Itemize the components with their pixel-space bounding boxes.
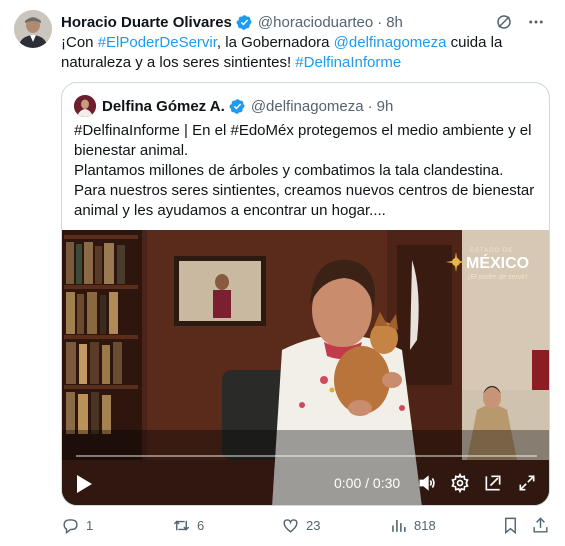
views-icon [392,519,406,532]
logo-top-text: ESTADO DE [470,248,514,254]
repost-button[interactable]: 6 [172,513,204,537]
quoted-text-line: Para nuestros seres sintientes, creamos … [74,182,535,219]
author-name[interactable]: Horacio Duarte Olivares [61,14,232,31]
tweet-header: Horacio Duarte Olivares @horacioduarteo … [61,12,545,32]
quoted-author-name[interactable]: Delfina Gómez A. [102,98,225,115]
bookmark-icon [505,517,516,534]
reply-button[interactable]: 1 [61,513,93,537]
verified-badge-icon [229,98,246,115]
like-count: 23 [306,517,321,533]
reply-count: 1 [86,517,94,533]
fullscreen-icon[interactable] [517,473,537,493]
estado-de-mexico-logo: ESTADO DE MÉXICO ¡El poder de servir! [446,246,532,286]
like-icon [283,518,298,533]
tweet-text: ¡Con #ElPoderDeServir, la Gobernadora @d… [61,33,531,73]
volume-icon[interactable] [417,473,437,493]
video-controls: 0:00 / 0:30 [62,461,549,505]
tweet-text-part: ¡Con [61,34,98,51]
separator-dot: · [377,13,383,31]
video-time: 0:00 / 0:30 [334,475,401,491]
hashtag-link[interactable]: #DelfinaInforme [295,54,401,71]
quoted-tweet-text: #DelfinaInforme | En el #EdoMéx protegem… [74,121,539,221]
author-avatar[interactable] [14,10,52,48]
share-icon [533,516,548,533]
mention-link[interactable]: @delfinagomeza [334,34,447,51]
tweet-time[interactable]: 8h [386,14,403,31]
repost-count: 6 [197,517,205,533]
view-count: 818 [414,517,436,533]
views-button[interactable]: 818 [389,513,436,537]
hashtag-link[interactable]: #ElPoderDeServir [98,34,217,51]
author-handle[interactable]: @horacioduarteo [258,14,373,31]
quoted-tweet[interactable]: Delfina Gómez A. @delfinagomeza · 9h #De… [61,82,550,506]
video-progress-bar[interactable] [76,455,537,457]
play-icon[interactable] [74,473,94,495]
settings-icon[interactable] [450,472,470,494]
separator-dot: · [367,97,373,115]
tweet-text-part: , la Gobernadora [216,34,334,51]
quoted-text-line: #DelfinaInforme | En el #EdoMéx protegem… [74,122,532,159]
quoted-tweet-header: Delfina Gómez A. @delfinagomeza · 9h [74,95,393,117]
like-button[interactable]: 23 [281,513,320,537]
share-button[interactable] [531,513,556,537]
logo-main-text: MÉXICO [466,255,530,272]
logo-sub-text: ¡El poder de servir! [468,274,528,281]
reply-icon [63,518,78,534]
quoted-author-avatar[interactable] [74,95,96,117]
quoted-tweet-time[interactable]: 9h [377,98,394,115]
bookmark-button[interactable] [501,513,526,537]
quoted-text-line: Plantamos millones de árboles y combatim… [74,162,504,179]
grok-icon[interactable] [495,13,513,31]
pip-icon[interactable] [483,473,503,493]
verified-badge-icon [236,14,253,31]
video-player[interactable]: ESTADO DE MÉXICO ¡El poder de servir! 0:… [62,230,549,505]
repost-icon [173,520,190,530]
tweet-actions: 1 6 23 818 [61,513,551,537]
more-icon[interactable] [527,13,545,31]
logo-sun-icon [446,252,466,272]
quoted-author-handle[interactable]: @delfinagomeza [251,98,364,115]
